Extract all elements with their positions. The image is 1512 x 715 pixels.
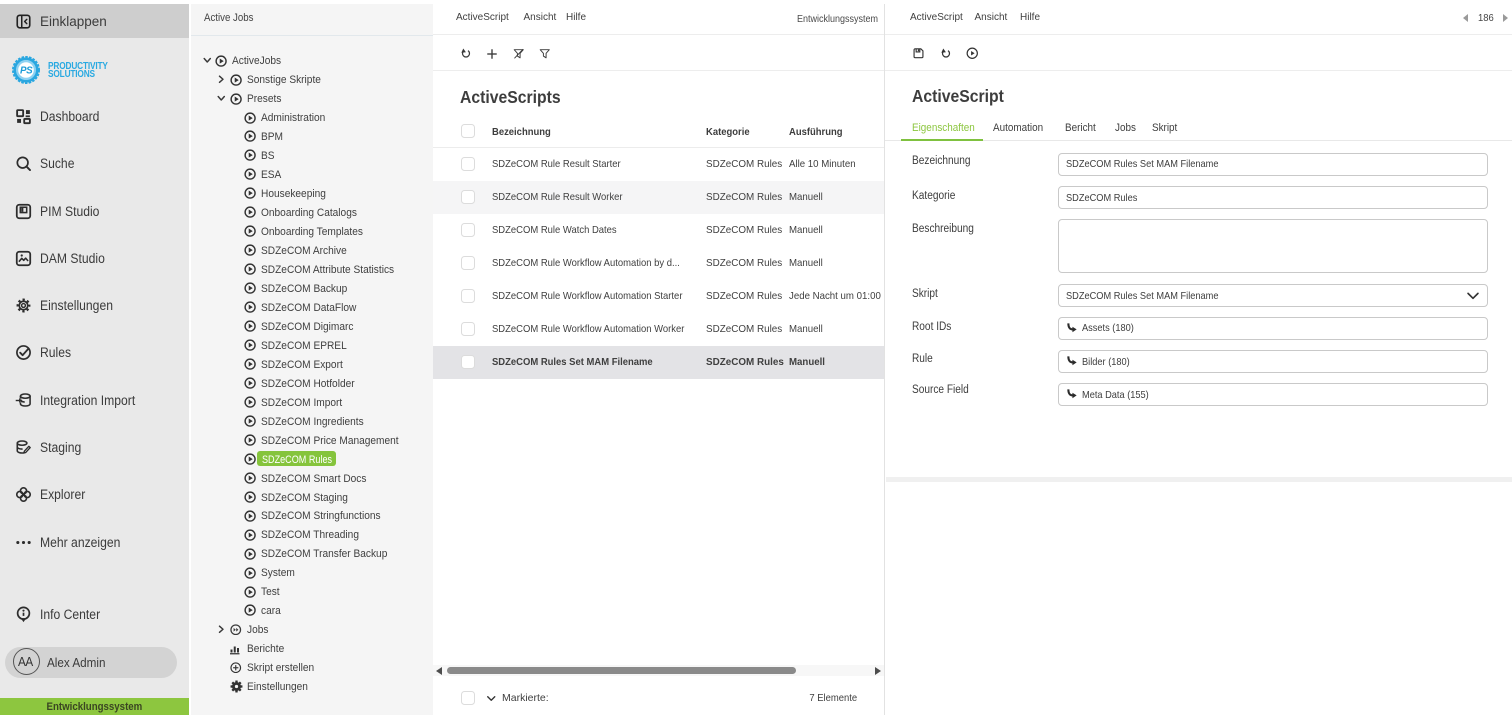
svg-text:PS: PS [20, 66, 33, 77]
